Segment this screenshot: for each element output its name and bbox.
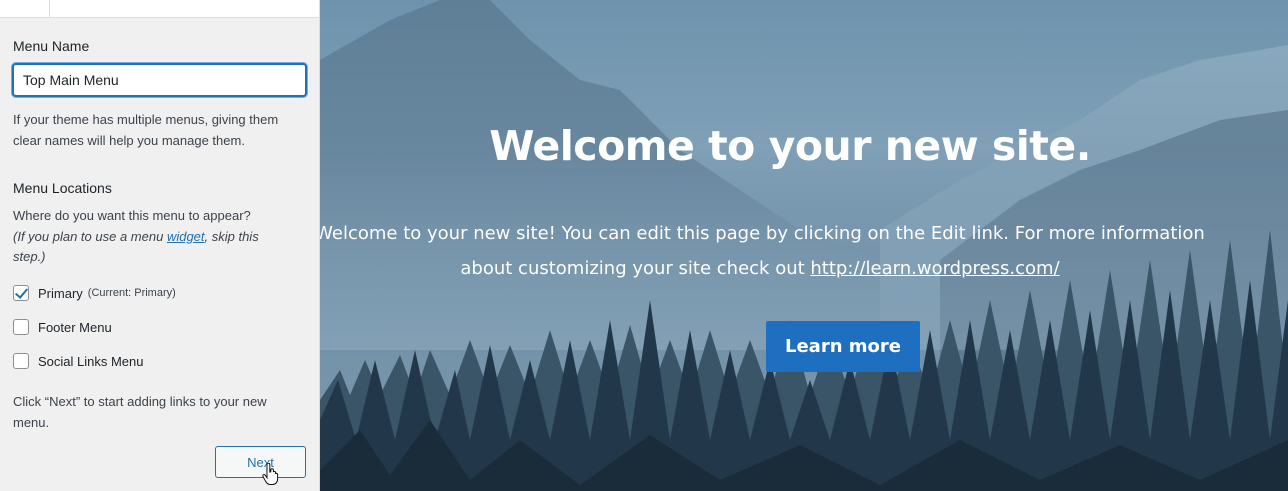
location-footer-menu[interactable]: Footer Menu: [13, 318, 112, 336]
locations-question: Where do you want this menu to appear?: [13, 208, 251, 223]
next-button[interactable]: Next: [215, 446, 306, 478]
panel-topbar: [0, 0, 319, 18]
menu-locations-label: Menu Locations: [13, 180, 112, 196]
footer-menu-checkbox[interactable]: [13, 319, 29, 335]
hero-description-line2: about customizing your site check out: [460, 258, 811, 279]
back-button[interactable]: [0, 0, 50, 18]
learn-more-button[interactable]: Learn more: [766, 321, 920, 372]
menu-name-help: If your theme has multiple menus, giving…: [13, 112, 279, 148]
customizer-panel: Menu Name If your theme has multiple men…: [0, 0, 320, 491]
widget-link[interactable]: widget: [167, 229, 205, 244]
location-social-links-menu[interactable]: Social Links Menu: [13, 352, 144, 370]
primary-current-note: (Current: Primary): [87, 287, 176, 299]
menu-name-label: Menu Name: [13, 38, 90, 54]
primary-checkbox[interactable]: [13, 285, 29, 301]
menu-locations-description: Where do you want this menu to appear? (…: [13, 206, 308, 268]
learn-wordpress-link[interactable]: http://learn.wordpress.com/: [810, 258, 1059, 279]
hero-description-line1: Welcome to your new site! You can edit t…: [320, 223, 1205, 244]
site-preview: Welcome to your new site. Welcome to you…: [320, 0, 1288, 491]
locations-hint-prefix: (If you plan to use a menu: [13, 228, 167, 244]
hero-title: Welcome to your new site.: [489, 122, 1091, 170]
next-help: Click “Next” to start adding links to yo…: [13, 394, 267, 430]
menu-name-input[interactable]: [12, 63, 307, 97]
social-links-menu-checkbox[interactable]: [13, 353, 29, 369]
footer-menu-label: Footer Menu: [38, 319, 112, 335]
social-links-menu-label: Social Links Menu: [38, 353, 144, 369]
location-primary[interactable]: Primary (Current: Primary): [13, 284, 176, 302]
primary-label: Primary: [38, 285, 83, 301]
hero-description: Welcome to your new site! You can edit t…: [320, 216, 1260, 286]
